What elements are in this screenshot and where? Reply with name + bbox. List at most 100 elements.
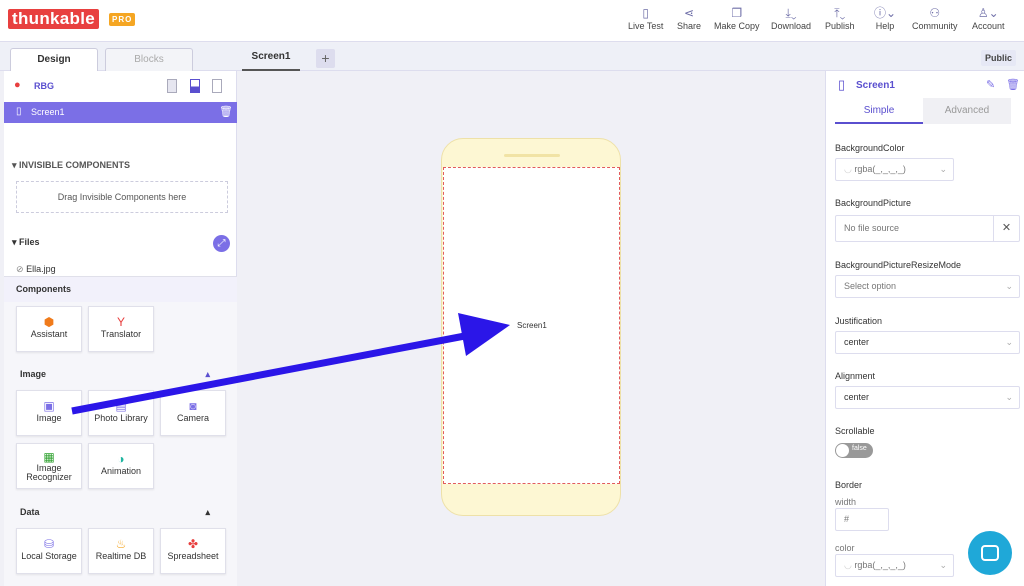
image-icon: ▣	[43, 399, 55, 413]
background-picture-input[interactable]: No file source ✕	[835, 215, 1020, 242]
chevron-down-icon: ⌄	[939, 164, 947, 174]
border-label: Border	[835, 480, 863, 490]
expand-files-button[interactable]: ⤢	[213, 235, 230, 252]
scrollable-toggle[interactable]: false	[835, 443, 873, 458]
border-width-input[interactable]: #	[835, 508, 889, 531]
screen-icon: ▯	[838, 77, 846, 92]
justification-select[interactable]: center ⌄	[835, 331, 1020, 354]
project-row[interactable]: ● RBG	[4, 79, 237, 95]
layout-icon-1[interactable]	[167, 79, 177, 93]
image-recognizer-icon: ▦	[43, 450, 55, 464]
pro-badge: PRO	[109, 13, 136, 26]
account-icon: ♙⌄	[977, 6, 999, 20]
community-icon: ⚇	[929, 6, 941, 20]
toggle-knob	[836, 444, 849, 457]
tabs-bar: Design Blocks	[0, 43, 1024, 71]
background-color-label: BackgroundColor	[835, 143, 905, 153]
phone-speaker	[504, 154, 560, 157]
help-icon: ⓘ⌄	[874, 6, 897, 20]
project-icon: ●	[14, 79, 21, 91]
nav-share[interactable]: ⋖ Share	[677, 5, 701, 31]
component-assistant[interactable]: ⬢ Assistant	[16, 306, 82, 352]
component-local-storage[interactable]: ⛁ Local Storage	[16, 528, 82, 574]
nav-account[interactable]: ♙⌄ Account	[972, 5, 1005, 31]
close-icon[interactable]: ✕	[993, 216, 1019, 241]
component-image-recognizer[interactable]: ▦ Image Recognizer	[16, 443, 82, 489]
component-camera[interactable]: ◙ Camera	[160, 390, 226, 436]
layout-icon-3[interactable]	[212, 79, 222, 93]
components-header: Components	[4, 276, 237, 302]
component-image[interactable]: ▣ Image	[16, 390, 82, 436]
data-section-header[interactable]: Data ▴	[20, 507, 210, 517]
chevron-down-icon: ⌄	[1005, 337, 1013, 347]
component-translator[interactable]: Y Translator	[88, 306, 154, 352]
tab-screen1[interactable]: Screen1	[242, 43, 300, 71]
nav-make-copy[interactable]: ❐ Make Copy	[714, 5, 760, 31]
alignment-select[interactable]: center ⌄	[835, 386, 1020, 409]
properties-title: Screen1	[856, 80, 895, 91]
database-icon: ⛁	[43, 537, 55, 551]
image-section-header[interactable]: Image ▴	[20, 369, 210, 379]
border-color-label: color	[835, 543, 855, 553]
trash-icon[interactable]: 🗑	[219, 105, 233, 118]
left-panel: ● RBG ▯ Screen1 🗑 ▾ INVISIBLE COMPONENTS…	[4, 71, 237, 586]
nav-community[interactable]: ⚇ Community	[912, 5, 958, 31]
chevron-down-icon: ⌄	[939, 560, 947, 570]
caret-down-icon: ▾	[12, 237, 17, 247]
border-color-picker[interactable]: ◡ rgba(_,_,_,_) ⌄	[835, 554, 954, 577]
animation-icon: ◑	[117, 452, 125, 466]
resize-mode-select[interactable]: Select option ⌄	[835, 275, 1020, 298]
screen-preview[interactable]: Screen1	[443, 167, 620, 484]
color-swatch-icon: ◡	[844, 164, 852, 174]
tab-advanced[interactable]: Advanced	[923, 98, 1011, 124]
attachment-icon: ⊘	[16, 264, 24, 274]
translator-icon: Y	[116, 315, 125, 329]
photo-library-icon: ▤	[115, 399, 127, 413]
spreadsheet-icon: ✤	[187, 537, 199, 551]
tab-design[interactable]: Design	[10, 48, 98, 71]
share-icon: ⋖	[683, 6, 695, 20]
firebase-icon: ♨	[115, 537, 127, 551]
nav-help[interactable]: ⓘ⌄ Help	[874, 5, 896, 31]
component-realtime-db[interactable]: ♨ Realtime DB	[88, 528, 154, 574]
caret-down-icon: ▾	[12, 160, 17, 170]
chat-launcher-button[interactable]	[968, 531, 1012, 575]
tab-simple[interactable]: Simple	[835, 98, 923, 124]
color-swatch-icon: ◡	[844, 560, 852, 570]
file-item[interactable]: ⊘ Ella.jpg	[16, 264, 249, 275]
tab-blocks[interactable]: Blocks	[105, 48, 193, 71]
download-icon: ⤓⌄	[785, 6, 797, 20]
layout-icon-2[interactable]	[190, 79, 200, 93]
background-picture-label: BackgroundPicture	[835, 198, 912, 208]
nav-live-test[interactable]: ▯ Live Test	[628, 5, 663, 31]
component-photo-library[interactable]: ▤ Photo Library	[88, 390, 154, 436]
chevron-down-icon: ⌄	[1005, 392, 1013, 402]
component-spreadsheet[interactable]: ✤ Spreadsheet	[160, 528, 226, 574]
justification-label: Justification	[835, 316, 883, 326]
chat-icon	[981, 545, 999, 561]
nav-download[interactable]: ⤓⌄ Download	[771, 5, 811, 31]
chevron-down-icon: ⌄	[1005, 281, 1013, 291]
publish-icon: ⤒⌄	[834, 6, 846, 20]
caret-up-icon: ▴	[205, 369, 210, 379]
invisible-drop-zone[interactable]: Drag Invisible Components here	[16, 181, 228, 213]
component-animation[interactable]: ◑ Animation	[88, 443, 154, 489]
screen-row[interactable]: ▯ Screen1 🗑	[4, 102, 237, 123]
phone-icon: ▯	[642, 6, 649, 20]
invisible-components-header[interactable]: ▾ INVISIBLE COMPONENTS	[12, 160, 245, 171]
resize-mode-label: BackgroundPictureResizeMode	[835, 260, 962, 270]
thunkable-logo[interactable]: thunkable	[8, 9, 99, 29]
trash-icon[interactable]: 🗑	[1006, 78, 1020, 91]
edit-icon[interactable]: ✎	[986, 78, 995, 91]
add-screen-button[interactable]: +	[316, 49, 335, 68]
public-badge[interactable]: Public	[980, 50, 1016, 66]
scrollable-label: Scrollable	[835, 426, 875, 436]
files-header[interactable]: ▾ Files	[12, 237, 245, 248]
properties-panel: ▯ Screen1 ✎ 🗑 Simple Advanced Background…	[825, 71, 1024, 586]
project-name: RBG	[34, 81, 54, 91]
assistant-icon: ⬢	[43, 315, 55, 329]
background-color-picker[interactable]: ◡ rgba(_,_,_,_) ⌄	[835, 158, 954, 181]
border-width-label: width	[835, 497, 857, 507]
top-bar: thunkable PRO ▯ Live Test ⋖ Share ❐ Make Co…	[0, 0, 1024, 42]
nav-publish[interactable]: ⤒⌄ Publish	[825, 5, 855, 31]
